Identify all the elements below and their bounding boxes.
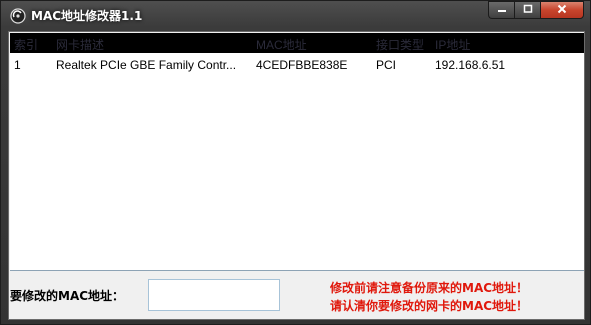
maximize-button[interactable] xyxy=(514,1,540,19)
mac-address-label: 要修改的MAC地址： xyxy=(10,289,125,303)
cell-interface-type: PCI xyxy=(376,58,397,72)
column-header-description[interactable]: 网卡描述 xyxy=(56,36,104,53)
mac-address-input[interactable] xyxy=(148,279,280,311)
column-header-interface-type[interactable]: 接口类型 xyxy=(376,36,424,53)
app-disc-icon xyxy=(10,8,26,24)
column-header-mac[interactable]: MAC地址 xyxy=(256,36,307,53)
table-row[interactable]: 1 Realtek PCIe GBE Family Contr... 4CEDF… xyxy=(10,55,584,75)
column-header-ip[interactable]: IP地址 xyxy=(435,36,470,53)
title-bar[interactable]: MAC地址修改器1.1 xyxy=(1,1,590,31)
close-icon xyxy=(557,3,567,17)
client-area: 索引 网卡描述 MAC地址 接口类型 IP地址 1 Realtek PCIe G… xyxy=(8,31,585,320)
maximize-icon xyxy=(523,3,533,17)
warning-backup-text: 修改前请注意备份原来的MAC地址！ xyxy=(330,281,529,295)
warning-identify-text: 请认清你要修改的网卡的MAC地址！ xyxy=(330,299,529,313)
cell-mac: 4CEDFBBE838E xyxy=(256,58,348,72)
minimize-icon xyxy=(497,3,507,17)
cell-ip: 192.168.6.51 xyxy=(435,58,506,72)
window-title: MAC地址修改器1.1 xyxy=(31,9,143,23)
minimize-button[interactable] xyxy=(488,1,514,19)
close-button[interactable] xyxy=(540,1,584,19)
cell-description: Realtek PCIe GBE Family Contr... xyxy=(56,58,237,72)
app-window: MAC地址修改器1.1 索引 网卡描述 MAC地址 接口类型 IP地址 1 Re… xyxy=(0,0,591,325)
column-header-index[interactable]: 索引 xyxy=(14,36,38,53)
list-header: 索引 网卡描述 MAC地址 接口类型 IP地址 xyxy=(10,33,584,53)
adapter-list[interactable]: 索引 网卡描述 MAC地址 接口类型 IP地址 1 Realtek PCIe G… xyxy=(10,33,584,271)
cell-index: 1 xyxy=(14,58,21,72)
caption-buttons xyxy=(488,1,584,21)
